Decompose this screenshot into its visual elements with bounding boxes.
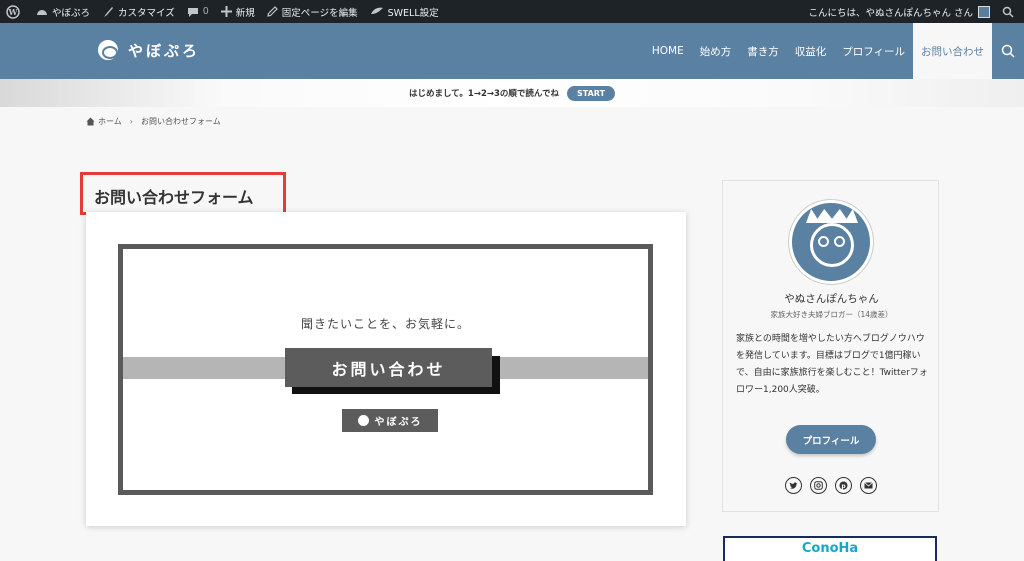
nav-item-writing[interactable]: 書き方	[739, 23, 787, 79]
avatar-face	[810, 223, 854, 267]
home-icon	[86, 117, 95, 126]
admin-new-link[interactable]: 新規	[215, 0, 261, 23]
logo-face-icon	[98, 40, 118, 60]
brush-icon	[104, 6, 114, 17]
banner-contact-label: お問い合わせ	[285, 348, 492, 387]
admin-customize-label: カスタマイズ	[118, 7, 175, 19]
admin-new-label: 新規	[235, 7, 255, 19]
banner-logo-text: やぼぷろ	[374, 417, 423, 428]
avatar	[789, 200, 873, 284]
breadcrumb-home[interactable]: ホーム	[98, 116, 122, 127]
admin-avatar	[978, 5, 990, 18]
search-icon	[1001, 44, 1015, 58]
logo-text: やぼぷろ	[128, 41, 201, 60]
admin-customize-link[interactable]: カスタマイズ	[96, 0, 181, 23]
admin-edit-page-link[interactable]: 固定ページを編集	[261, 0, 364, 23]
swell-icon	[370, 7, 383, 14]
nav-item-monetize[interactable]: 収益化	[787, 23, 835, 79]
pencil-icon	[267, 6, 278, 17]
sns-links: p	[785, 477, 885, 494]
profile-subtitle: 家族大好き夫婦ブロガー（14歳差）	[770, 310, 893, 319]
pinterest-icon[interactable]: p	[835, 477, 852, 494]
admin-account-menu[interactable]: こんにちは、やぬさんぽんちゃん さん	[802, 0, 996, 23]
page-title: お問い合わせフォーム	[94, 188, 254, 207]
admin-edit-page-label: 固定ページを編集	[281, 7, 358, 19]
wordpress-logo-icon[interactable]: W	[0, 0, 30, 23]
admin-site-name: やぼぷろ	[52, 7, 91, 19]
info-bar-text: はじめまして。1→2→3の順で読んでね	[408, 89, 559, 99]
nav-item-contact[interactable]: お問い合わせ	[913, 23, 992, 79]
header-search-button[interactable]	[992, 23, 1024, 79]
admin-search-button[interactable]	[996, 0, 1024, 23]
svg-text:W: W	[8, 7, 19, 17]
breadcrumb-chevron-icon: ›	[129, 117, 133, 126]
admin-greeting: こんにちは、やぬさんぽんちゃん さん	[808, 7, 973, 19]
wp-admin-bar: W やぼぷろ カスタマイズ 0 新規 固定ページを編集 SWELL設定 こんにち…	[0, 0, 1024, 23]
start-button[interactable]: START	[567, 85, 616, 101]
avatar-hair	[806, 209, 858, 223]
mini-face-icon	[357, 415, 369, 426]
mail-icon[interactable]	[860, 477, 877, 494]
info-bar: はじめまして。1→2→3の順で読んでね START	[0, 79, 1024, 107]
breadcrumb-current: お問い合わせフォーム	[140, 117, 221, 126]
admin-comments-link[interactable]: 0	[181, 0, 215, 23]
admin-site-link[interactable]: やぼぷろ	[30, 0, 96, 23]
banner-tagline: 聞きたいことを、お気軽に。	[300, 317, 470, 331]
nav-item-getting-started[interactable]: 始め方	[692, 23, 740, 79]
breadcrumb: ホーム › お問い合わせフォーム	[86, 116, 221, 127]
twitter-icon[interactable]	[785, 477, 802, 494]
nav-item-profile[interactable]: プロフィール	[834, 23, 913, 79]
search-icon	[1002, 6, 1014, 18]
comment-icon	[187, 7, 198, 17]
site-logo[interactable]: やぼぷろ	[98, 37, 200, 63]
nav-item-home[interactable]: HOME	[644, 23, 692, 79]
contact-banner: 聞きたいことを、お気軽に。 お問い合わせ やぼぷろ	[118, 244, 653, 495]
dashboard-icon	[37, 9, 47, 15]
admin-swell-label: SWELL設定	[387, 7, 439, 19]
svg-text:p: p	[841, 483, 846, 490]
banner-logo: やぼぷろ	[342, 409, 438, 432]
conoha-logo-text: ConoHa	[801, 541, 859, 556]
profile-bio: 家族との時間を増やしたい方へブログノウハウを発信しています。目標はブログで1億円…	[736, 334, 928, 395]
site-header: やぼぷろ HOME 始め方 書き方 収益化 プロフィール お問い合わせ	[0, 23, 1024, 79]
conoha-ad-banner[interactable]: ConoHa	[723, 536, 937, 561]
plus-icon	[220, 6, 232, 17]
instagram-icon[interactable]	[810, 477, 827, 494]
admin-swell-link[interactable]: SWELL設定	[364, 0, 445, 23]
profile-button[interactable]: プロフィール	[786, 425, 876, 454]
avatar-eye-right	[834, 236, 845, 247]
admin-comments-count: 0	[202, 6, 209, 17]
global-nav: HOME 始め方 書き方 収益化 プロフィール お問い合わせ	[644, 23, 1024, 79]
profile-name: やぬさんぽんちゃん	[784, 293, 879, 305]
profile-widget: やぬさんぽんちゃん 家族大好き夫婦ブロガー（14歳差） 家族との時間を増やしたい…	[722, 180, 939, 512]
avatar-eye-left	[818, 236, 829, 247]
